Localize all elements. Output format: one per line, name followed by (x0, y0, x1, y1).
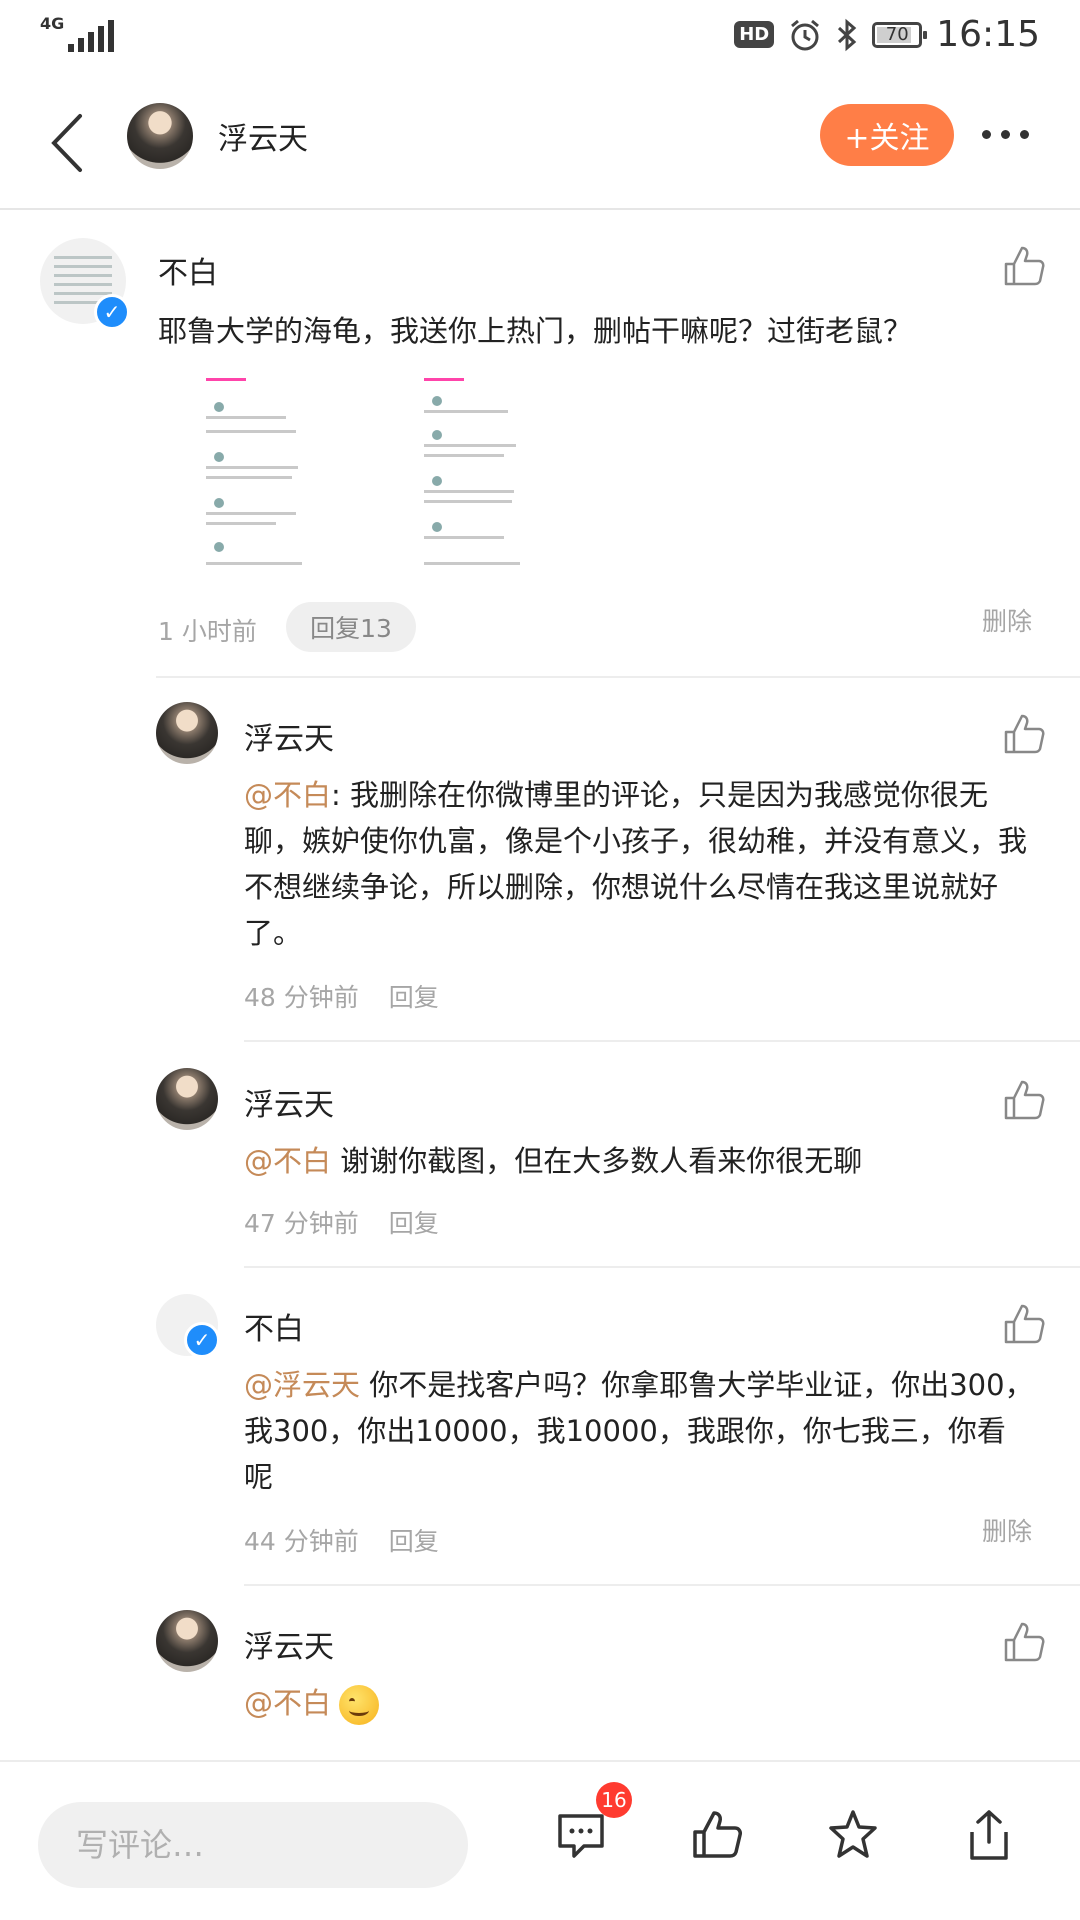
screenshot-image[interactable] (418, 372, 528, 572)
back-arrow-icon[interactable] (44, 108, 94, 178)
mention-link[interactable]: @不白 (244, 1686, 331, 1720)
follow-button[interactable]: +关注 (820, 104, 954, 166)
favorite-star-icon[interactable] (826, 1808, 880, 1862)
reply-author[interactable]: 不白 (244, 1304, 304, 1348)
share-icon[interactable] (962, 1808, 1016, 1862)
divider (244, 1584, 1080, 1586)
reply-avatar[interactable] (156, 1068, 218, 1130)
like-icon[interactable] (1002, 244, 1046, 288)
comment-input[interactable]: 写评论… (38, 1802, 468, 1888)
comment-author[interactable]: 不白 (158, 248, 218, 292)
reply-text: @不白 谢谢你截图，但在大多数人看来你很无聊 (244, 1144, 863, 1178)
like-icon[interactable] (1002, 712, 1046, 756)
delete-button[interactable]: 删除 (982, 1512, 1032, 1548)
reply-button[interactable]: 回复 (389, 1527, 439, 1556)
reply-time: 47 分钟前 (244, 1209, 359, 1238)
page-title: 浮云天 (218, 122, 308, 157)
mention-link[interactable]: @不白 (244, 1144, 331, 1178)
like-icon[interactable] (1002, 1620, 1046, 1664)
battery-icon: 70 (872, 21, 928, 48)
bottom-action-bar: 写评论… 16 (0, 1760, 1080, 1920)
status-bar: 4G HD 70 16:15 (0, 0, 1080, 80)
reply-avatar[interactable] (156, 1610, 218, 1672)
more-options-icon[interactable] (982, 130, 1029, 139)
comment-time: 1 小时前 (158, 617, 257, 646)
hd-icon: HD (734, 21, 775, 48)
commenter-avatar[interactable]: ✓ (40, 238, 130, 330)
mention-link[interactable]: @不白 (244, 778, 331, 812)
reply-text: @浮云天 你不是找客户吗？你拿耶鲁大学毕业证，你出300，我300，你出1000… (244, 1368, 1034, 1494)
comment-icon[interactable] (554, 1808, 608, 1862)
reply-author[interactable]: 浮云天 (244, 714, 334, 758)
reply-time: 48 分钟前 (244, 983, 359, 1012)
divider (244, 1266, 1080, 1268)
like-icon[interactable] (1002, 1302, 1046, 1346)
verified-badge-icon: ✓ (94, 294, 130, 330)
reply-time: 44 分钟前 (244, 1527, 359, 1556)
user-avatar[interactable] (127, 103, 193, 169)
reply-avatar[interactable]: ✓ (156, 1294, 220, 1358)
bluetooth-icon (838, 18, 857, 51)
reply-text: @不白: 我删除在你微博里的评论，只是因为我感觉你很无聊，嫉妒使你仇富，像是个小… (244, 778, 1028, 950)
top-bar: 浮云天 +关注 (0, 80, 1080, 210)
reply-meta: 47 分钟前 回复 (244, 1204, 439, 1240)
delete-button[interactable]: 删除 (982, 602, 1032, 638)
reply-author[interactable]: 浮云天 (244, 1080, 334, 1124)
signal-icon (68, 18, 114, 52)
comment-count-badge: 16 (596, 1782, 632, 1818)
reply-meta: 48 分钟前 回复 (244, 978, 439, 1014)
screenshot-image[interactable] (200, 372, 310, 572)
divider (244, 1040, 1080, 1042)
replies-count-button[interactable]: 回复13 (286, 602, 416, 652)
clock: 16:15 (936, 14, 1040, 55)
verified-badge-icon: ✓ (184, 1322, 220, 1358)
mention-link[interactable]: @浮云天 (244, 1368, 360, 1402)
divider (156, 676, 1080, 678)
reply-text: @不白 (244, 1680, 1034, 1726)
like-icon[interactable] (690, 1808, 744, 1862)
reply-meta: 44 分钟前 回复 (244, 1522, 439, 1558)
reply-avatar[interactable] (156, 702, 218, 764)
comment-text: 耶鲁大学的海龟，我送你上热门，删帖干嘛呢？过街老鼠？ (158, 314, 913, 348)
alarm-icon (791, 19, 820, 50)
reply-button[interactable]: 回复 (389, 1209, 439, 1238)
reply-author[interactable]: 浮云天 (244, 1622, 334, 1666)
network-type: 4G (40, 14, 65, 33)
smile-emoji-icon (339, 1685, 380, 1725)
reply-button[interactable]: 回复 (389, 983, 439, 1012)
like-icon[interactable] (1002, 1078, 1046, 1122)
